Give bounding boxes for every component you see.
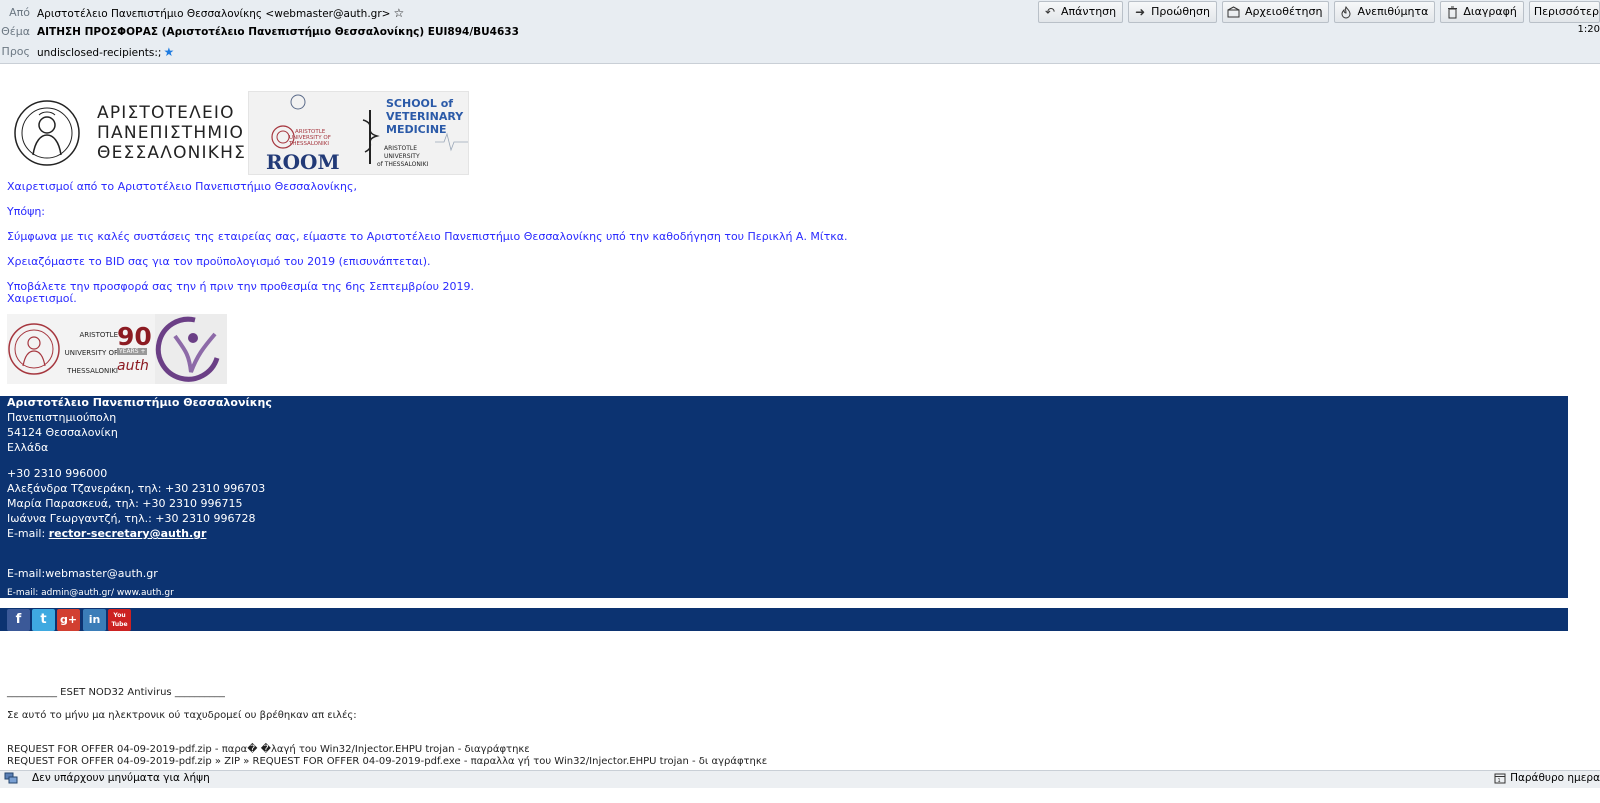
room-vet-logo: ARISTOTLE UNIVERSITY OF THESSALONIKI ROO… (248, 91, 469, 175)
facebook-icon[interactable]: f (7, 609, 30, 631)
star-filled-icon[interactable]: ★ (163, 45, 174, 59)
forward-button[interactable]: ➜ Προώθηση (1128, 1, 1217, 23)
paragraph-1: Σύμφωνα με τις καλές συστάσεις της εταιρ… (7, 230, 848, 243)
sig-contact-1: Αλεξάνδρα Τζανεράκη, τηλ: +30 2310 99670… (7, 482, 266, 495)
reply-button[interactable]: ↶ Απάντηση (1038, 1, 1124, 23)
antivirus-line-1: REQUEST FOR OFFER 04-09-2019-pdf.zip - π… (7, 744, 530, 755)
sig-email-label: E-mail: (7, 527, 49, 540)
to-label: Προς (1, 45, 30, 58)
forward-icon: ➜ (1135, 5, 1146, 19)
small-logo-text-1: ARISTOTLE (79, 331, 118, 339)
sig-contact-3: Ιωάννα Γεωργαντζή, τηλ.: +30 2310 996728 (7, 512, 256, 525)
sig-webmaster: E-mail:webmaster@auth.gr (7, 567, 158, 580)
message-toolbar: ↶ Απάντηση ➜ Προώθηση Αρχειοθέτηση Ανεπιθύ… (1038, 1, 1600, 23)
vet-text-6: of THESSALONIKI (377, 161, 429, 168)
signature-logos: ARISTOTLE UNIVERSITY OF THESSALONIKI 90 … (7, 314, 227, 384)
sig-email-row: E-mail: rector-secretary@auth.gr (7, 527, 206, 540)
auth-name-line-1: ΑΡΙΣΤΟΤΕΛΕΙΟ (97, 103, 235, 123)
delete-label: Διαγραφή (1463, 5, 1517, 18)
junk-button[interactable]: Ανεπιθύμητα (1334, 1, 1436, 23)
auth-name-line-2: ΠΑΝΕΠΙΣΤΗΜΙΟ (97, 123, 245, 143)
vet-text-1: SCHOOL of (386, 97, 453, 110)
antivirus-line-2: REQUEST FOR OFFER 04-09-2019-pdf.zip » Z… (7, 756, 768, 767)
linkedin-icon[interactable]: in (83, 609, 106, 631)
sig-address-2: 54124 Θεσσαλονίκη (7, 426, 118, 439)
from-value[interactable]: Αριστοτέλειο Πανεπιστήμιο Θεσσαλονίκης <… (37, 3, 404, 24)
calendar-icon: 1 (1494, 773, 1506, 784)
trash-icon (1445, 5, 1459, 19)
vet-text-2: VETERINARY (386, 110, 464, 123)
reply-label: Απάντηση (1061, 5, 1117, 18)
auth-small-seal-icon (8, 323, 60, 375)
reply-icon: ↶ (1045, 5, 1056, 19)
greeting-text: Χαιρετισμοί από το Αριστοτέλειο Πανεπιστ… (7, 180, 357, 193)
subject-value: ΑΙΤΗΣΗ ΠΡΟΣΦΟΡΑΣ (Αριστοτέλειο Πανεπιστή… (37, 26, 519, 38)
youtube-icon[interactable]: You Tube (108, 609, 131, 631)
google-plus-icon[interactable]: g+ (57, 609, 80, 631)
attention-text: Υπόψη: (7, 205, 46, 218)
sig-admin: E-mail: admin@auth.gr/ www.auth.gr (7, 588, 174, 598)
vet-text-3: MEDICINE (386, 123, 447, 136)
archive-button[interactable]: Αρχειοθέτηση (1221, 1, 1330, 23)
status-bar: Δεν υπάρχουν μηνύματα για λήψη 1 Παράθυρ… (0, 770, 1600, 788)
today-pane-label: Παράθυρο ημερα (1510, 772, 1600, 784)
network-icon[interactable] (4, 772, 18, 787)
auth-small-text: ARISTOTLE UNIVERSITY OF THESSALONIKI (63, 326, 118, 380)
subject-label: Θέμα (1, 25, 30, 38)
delete-button[interactable]: Διαγραφή (1440, 1, 1524, 23)
room-word: ROOM (266, 150, 340, 174)
social-bar: f t g+ in You Tube (0, 608, 1568, 631)
archive-label: Αρχειοθέτηση (1244, 5, 1323, 18)
message-header: Από Αριστοτέλειο Πανεπιστήμιο Θεσσαλονίκ… (0, 0, 1600, 64)
auth-wordmark: auth (117, 358, 149, 374)
sig-contact-2: Μαρία Παρασκευά, τηλ: +30 2310 996715 (7, 497, 243, 510)
paragraph-3: Υποβάλετε την προσφορά σας την ή πριν τη… (7, 280, 475, 293)
to-value[interactable]: undisclosed-recipients:; ★ (37, 42, 174, 63)
more-label: Περισσότερ (1533, 5, 1599, 18)
closing-text: Χαιρετισμοί. (7, 292, 77, 305)
small-logo-text-2: UNIVERSITY OF (64, 349, 118, 357)
auth-name-line-3: ΘΕΣΣΑΛΟΝΙΚΗΣ (97, 143, 247, 163)
auth-seal-icon (14, 100, 80, 166)
ninety-years-number: 90 (117, 322, 152, 351)
junk-label: Ανεπιθύμητα (1357, 5, 1429, 18)
auth-name: ΑΡΙΣΤΟΤΕΛΕΙΟ ΠΑΝΕΠΙΣΤΗΜΙΟ ΘΕΣΣΑΛΟΝΙΚΗΣ (97, 103, 257, 163)
vet-text-4: ARISTOTLE (384, 145, 417, 152)
from-label: Από (9, 6, 30, 19)
today-pane-toggle[interactable]: 1 Παράθυρο ημερα (1494, 772, 1600, 784)
svg-text:1: 1 (1498, 778, 1501, 784)
signature-block: Αριστοτέλειο Πανεπιστήμιο Θεσσαλονίκης Π… (0, 396, 1568, 598)
status-text: Δεν υπάρχουν μηνύματα για λήψη (32, 772, 210, 784)
antivirus-intro: Σε αυτό το μήνυ μα ηλεκτρονικ ού ταχυδρο… (7, 710, 357, 721)
message-time: 1:20 (1577, 24, 1600, 35)
purple-logo (155, 314, 227, 384)
sig-org: Αριστοτέλειο Πανεπιστήμιο Θεσσαλονίκης (7, 396, 272, 409)
paragraph-2: Χρειαζόμαστε το BID σας για τον προϋπολο… (7, 255, 431, 268)
antivirus-title: __________ ESET NOD32 Antivirus ________… (7, 687, 225, 698)
sig-address-3: Ελλάδα (7, 441, 49, 454)
star-outline-icon[interactable]: ☆ (393, 6, 404, 20)
purple-figure-icon (155, 316, 220, 382)
room-text-3: THESSALONIKI (288, 141, 329, 147)
vet-text-5: UNIVERSITY (384, 153, 420, 160)
sig-address-1: Πανεπιστημιούπολη (7, 411, 117, 424)
more-button[interactable]: Περισσότερ (1528, 1, 1600, 23)
room-vet-logo-graphic: ARISTOTLE UNIVERSITY OF THESSALONIKI ROO… (266, 94, 468, 174)
small-logo-text-3: THESSALONIKI (67, 367, 118, 375)
archive-icon (1227, 5, 1241, 19)
sig-email-link[interactable]: rector-secretary@auth.gr (49, 527, 207, 540)
forward-label: Προώθηση (1151, 5, 1210, 18)
sig-phone: +30 2310 996000 (7, 467, 108, 480)
twitter-icon[interactable]: t (32, 609, 55, 631)
flame-icon (1339, 5, 1353, 19)
years-badge: YEARS + (117, 348, 148, 355)
